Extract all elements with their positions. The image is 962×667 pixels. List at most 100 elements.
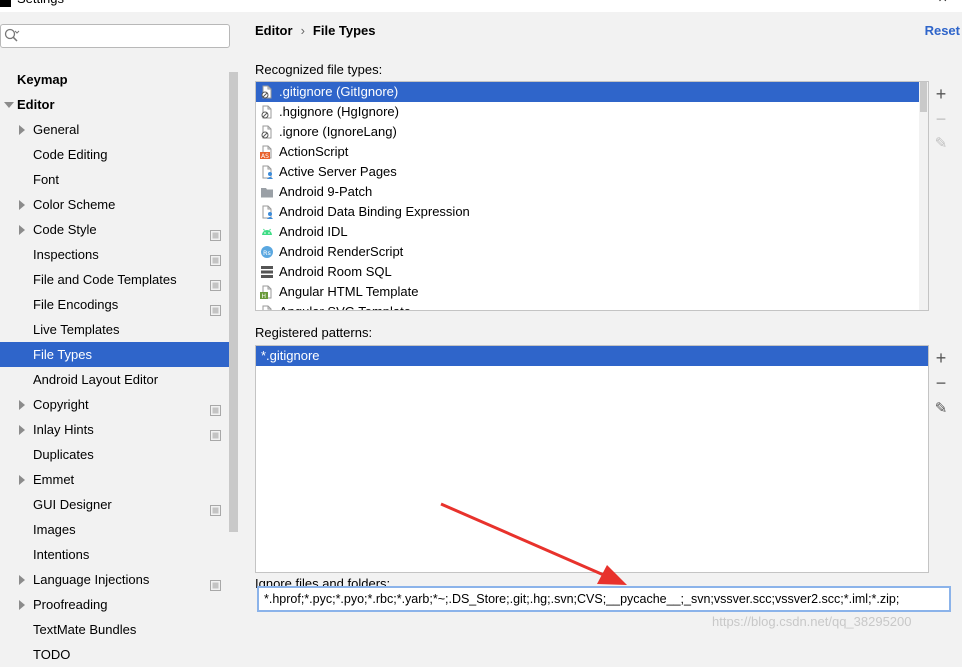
ignore-file-icon [260,85,274,99]
breadcrumb-editor[interactable]: Editor [255,23,293,38]
file-type-row[interactable]: Android Room SQL [256,262,928,282]
close-icon[interactable]: × [938,0,947,8]
file-type-label: ActionScript [279,144,349,159]
sidebar-item-emmet[interactable]: Emmet [0,467,238,492]
sidebar-item-inspections[interactable]: Inspections [0,242,238,267]
file-type-label: Android 9-Patch [279,184,373,199]
ignore-file-icon [260,125,274,139]
project-scope-icon [210,249,221,266]
edit-pattern-button[interactable]: ✎ [930,398,952,420]
settings-search[interactable] [0,24,230,48]
file-type-row[interactable]: .hgignore (HgIgnore) [256,102,928,122]
remove-pattern-button[interactable]: − [930,372,952,394]
sidebar-item-todo[interactable]: TODO [0,642,238,667]
sidebar-item-editor[interactable]: Editor [0,92,238,117]
sidebar-item-label: Keymap [17,72,68,87]
sidebar-item-code-editing[interactable]: Code Editing [0,142,238,167]
file-type-row[interactable]: Android Data Binding Expression [256,202,928,222]
sidebar-item-label: Emmet [33,472,75,487]
chevron-right-icon[interactable] [19,575,25,585]
sidebar-item-label: Code Editing [33,147,108,162]
sidebar-item-font[interactable]: Font [0,167,238,192]
add-file-type-button[interactable]: + [930,83,952,105]
ignore-file-icon [260,105,274,119]
reset-link[interactable]: Reset [925,22,960,40]
chevron-right-icon[interactable] [19,475,25,485]
file-type-row[interactable]: Active Server Pages [256,162,928,182]
project-scope-icon [210,299,221,316]
chevron-right-icon[interactable] [19,400,25,410]
sidebar-item-code-style[interactable]: Code Style [0,217,238,242]
file-type-label: .hgignore (HgIgnore) [279,104,399,119]
registered-patterns-list[interactable]: *.gitignore [255,345,929,573]
sidebar-item-inlay-hints[interactable]: Inlay Hints [0,417,238,442]
sql-icon [260,265,274,279]
sidebar-item-intentions[interactable]: Intentions [0,542,238,567]
sidebar-item-copyright[interactable]: Copyright [0,392,238,417]
file-type-row[interactable]: Rs Android RenderScript [256,242,928,262]
chevron-down-icon[interactable] [4,102,14,108]
sidebar-item-label: Editor [17,97,55,112]
ignore-files-input[interactable] [257,586,951,612]
recognized-file-types-label: Recognized file types: [255,62,383,77]
svg-text:Rs: Rs [263,249,272,257]
sidebar-item-label: Images [33,522,76,537]
sidebar-item-label: File and Code Templates [33,272,177,287]
sidebar-item-proofreading[interactable]: Proofreading [0,592,238,617]
chevron-right-icon[interactable] [19,600,25,610]
sidebar-item-file-encodings[interactable]: File Encodings [0,292,238,317]
file-type-row[interactable]: Android 9-Patch [256,182,928,202]
pattern-row[interactable]: *.gitignore [256,346,928,366]
file-type-label: Android Room SQL [279,264,392,279]
file-types-panel: Editor › File Types Reset Recognized file … [238,12,962,643]
add-pattern-button[interactable]: + [930,347,952,369]
sidebar-item-duplicates[interactable]: Duplicates [0,442,238,467]
sidebar-item-gui-designer[interactable]: GUI Designer [0,492,238,517]
sidebar-item-label: Code Style [33,222,97,237]
chevron-right-icon[interactable] [19,225,25,235]
project-scope-icon [210,274,221,291]
recognized-file-types-list[interactable]: .gitignore (GitIgnore) .hgignore (HgIgnor… [255,81,929,311]
sidebar-item-live-templates[interactable]: Live Templates [0,317,238,342]
sidebar-item-label: Language Injections [33,572,150,587]
svg-text:AS: AS [261,153,269,159]
sidebar-item-android-layout-editor[interactable]: Android Layout Editor [0,367,238,392]
settings-sidebar: Keymap Editor General Code Editing Font Color… [0,12,238,662]
chevron-right-icon[interactable] [19,425,25,435]
sidebar-item-label: Inspections [33,247,99,262]
sidebar-item-file-and-code-templates[interactable]: File and Code Templates [0,267,238,292]
remove-file-type-button[interactable]: − [930,108,952,130]
chevron-right-icon[interactable] [19,200,25,210]
file-type-label: .ignore (IgnoreLang) [279,124,397,139]
file-type-row[interactable]: H Angular HTML Template [256,282,928,302]
file-type-row[interactable]: AS ActionScript [256,142,928,162]
sidebar-scrollbar[interactable] [229,72,238,532]
project-scope-icon [210,574,221,591]
android-icon [260,225,274,239]
file-type-row[interactable]: .gitignore (GitIgnore) [256,82,928,102]
pattern-label: *.gitignore [261,348,320,363]
scrollbar-thumb[interactable] [920,82,927,112]
sidebar-item-keymap[interactable]: Keymap [0,67,238,92]
recognized-list-scrollbar[interactable] [919,82,928,310]
file-type-label: Angular HTML Template [279,284,419,299]
sidebar-item-images[interactable]: Images [0,517,238,542]
registered-patterns-label: Registered patterns: [255,325,373,340]
file-type-row[interactable]: .ignore (IgnoreLang) [256,122,928,142]
project-scope-icon [210,399,221,416]
search-input[interactable] [21,27,221,45]
renderscript-icon: Rs [260,245,274,259]
file-type-row[interactable]: Angular SVG Template [256,302,928,310]
sidebar-item-label: Proofreading [33,597,108,612]
edit-file-type-button[interactable]: ✎ [930,133,952,155]
sidebar-item-textmate-bundles[interactable]: TextMate Bundles [0,617,238,642]
sidebar-item-color-scheme[interactable]: Color Scheme [0,192,238,217]
sidebar-item-general[interactable]: General [0,117,238,142]
file-type-row[interactable]: Android IDL [256,222,928,242]
sidebar-item-file-types[interactable]: File Types [0,342,238,367]
angular-html-icon: H [260,285,274,300]
sidebar-item-language-injections[interactable]: Language Injections [0,567,238,592]
file-type-label: .gitignore (GitIgnore) [279,84,399,99]
chevron-right-icon[interactable] [19,125,25,135]
sidebar-item-label: GUI Designer [33,497,112,512]
